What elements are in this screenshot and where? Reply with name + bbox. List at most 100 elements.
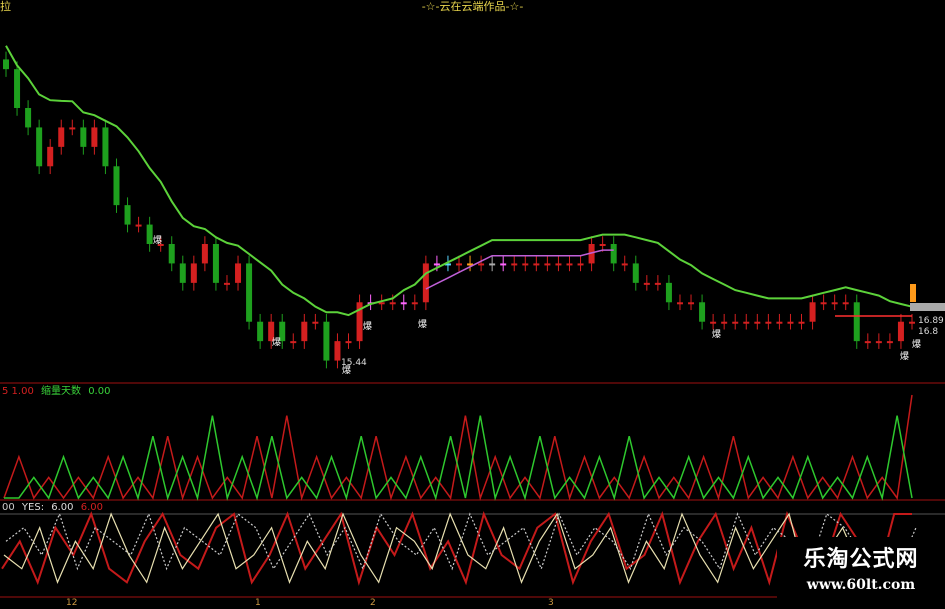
burst-label: 爆 bbox=[153, 236, 163, 246]
candle-body bbox=[566, 263, 573, 266]
candle-body bbox=[257, 321, 264, 342]
candle-body bbox=[699, 302, 706, 322]
candle-body bbox=[400, 302, 407, 305]
candle-body bbox=[864, 341, 871, 344]
candle-body bbox=[135, 224, 142, 227]
subchart1-name: 缩量天数 bbox=[41, 386, 81, 397]
candle-body bbox=[897, 321, 904, 342]
candle-body bbox=[246, 263, 253, 322]
moving-average-line-2 bbox=[425, 249, 614, 290]
candle-body bbox=[820, 302, 827, 305]
right-price-label-2: 16.8 bbox=[918, 327, 939, 337]
subchart1-legend: 5 1.00 缩量天数 0.00 bbox=[2, 386, 114, 398]
candle-body bbox=[334, 341, 341, 361]
candle-body bbox=[47, 146, 54, 167]
subchart2-value: 6.00 bbox=[51, 502, 74, 513]
right-price-label: 16.89 bbox=[918, 316, 944, 326]
candle-body bbox=[654, 282, 661, 285]
candle-body bbox=[179, 263, 186, 283]
burst-label: 爆 bbox=[272, 338, 282, 348]
candle-body bbox=[665, 282, 672, 303]
candle-body bbox=[621, 263, 628, 266]
candle-body bbox=[69, 127, 76, 130]
candle-body bbox=[875, 341, 882, 344]
candle-body bbox=[853, 302, 860, 342]
candle-body bbox=[643, 282, 650, 285]
subchart2-name: YES bbox=[21, 502, 41, 513]
x-tick-label: 3 bbox=[548, 598, 554, 608]
burst-label: 爆 bbox=[342, 366, 352, 376]
candle-body bbox=[212, 244, 219, 283]
candle-body bbox=[312, 321, 319, 324]
candle-body bbox=[765, 321, 772, 324]
burst-label: 爆 bbox=[712, 330, 722, 340]
candle-body bbox=[14, 69, 21, 108]
candle-body bbox=[555, 263, 562, 266]
candle-body bbox=[80, 127, 87, 147]
burst-label: 爆 bbox=[418, 320, 428, 330]
subchart1-prefix: 5 1.00 bbox=[2, 386, 34, 397]
burst-label: 爆 bbox=[900, 352, 910, 362]
candle-body bbox=[223, 282, 230, 285]
candle-body bbox=[3, 59, 9, 70]
candle-body bbox=[500, 263, 507, 266]
indicator-line bbox=[1, 510, 912, 586]
corner-label: 拉 bbox=[0, 0, 11, 13]
stock-chart-window[interactable]: -☆-云在云端作品-☆- 拉 5 1.00 缩量天数 0.00 00 YES: … bbox=[0, 0, 945, 609]
candle-body bbox=[168, 244, 175, 264]
candle-body bbox=[610, 244, 617, 264]
candle-body bbox=[511, 263, 518, 266]
candle-body bbox=[544, 263, 551, 266]
candle-body bbox=[831, 302, 838, 305]
x-tick-label: 1 bbox=[255, 598, 261, 608]
subchart2-value2: 6.00 bbox=[80, 502, 103, 513]
subchart1-value: 0.00 bbox=[88, 386, 111, 397]
candle-body bbox=[389, 302, 396, 305]
x-tick-label: 12 bbox=[66, 598, 78, 608]
burst-label: 爆 bbox=[912, 340, 922, 350]
watermark-site-name: 乐淘公式网 bbox=[803, 547, 919, 572]
candle-body bbox=[190, 263, 197, 283]
indicator-line bbox=[3, 394, 913, 501]
candle-body bbox=[688, 302, 695, 305]
candle-body bbox=[787, 321, 794, 324]
candle-body bbox=[798, 321, 805, 324]
candle-body bbox=[25, 108, 32, 128]
candle-body bbox=[842, 302, 849, 305]
candle-body bbox=[710, 321, 717, 324]
candle-body bbox=[235, 263, 242, 283]
candle-body bbox=[632, 263, 639, 283]
candle-body bbox=[522, 263, 529, 266]
candle-body bbox=[456, 263, 462, 266]
candle-body bbox=[411, 302, 418, 305]
candle-body bbox=[36, 127, 43, 167]
candle-body bbox=[676, 302, 683, 305]
candle-body bbox=[886, 341, 893, 344]
candle-body bbox=[422, 263, 429, 303]
candle-body bbox=[146, 224, 153, 244]
candle-body bbox=[113, 166, 120, 206]
candle-body bbox=[743, 321, 750, 324]
signal-bar bbox=[910, 284, 916, 302]
candle-body bbox=[721, 321, 728, 324]
chart-title: -☆-云在云端作品-☆- bbox=[421, 0, 524, 13]
chart-canvas[interactable] bbox=[0, 0, 945, 609]
candle-body bbox=[345, 341, 352, 344]
candle-body bbox=[201, 244, 208, 264]
subchart2-prefix: 00 bbox=[2, 502, 15, 513]
candle-body bbox=[489, 263, 496, 266]
candle-body bbox=[58, 127, 65, 147]
candle-body bbox=[599, 244, 606, 246]
candle-body bbox=[102, 127, 109, 167]
candle-body bbox=[301, 321, 308, 342]
candle-body bbox=[91, 127, 98, 147]
candle-body bbox=[754, 321, 761, 324]
subchart2-legend: 00 YES: 6.00 6.00 bbox=[2, 502, 103, 513]
signal-bar bbox=[910, 303, 945, 311]
candle-body bbox=[732, 321, 739, 324]
moving-average-line bbox=[5, 45, 913, 317]
site-watermark: 乐淘公式网 www.60lt.com bbox=[777, 537, 945, 609]
candle-body bbox=[577, 263, 584, 266]
candle-body bbox=[124, 205, 131, 225]
candle-body bbox=[323, 321, 330, 361]
